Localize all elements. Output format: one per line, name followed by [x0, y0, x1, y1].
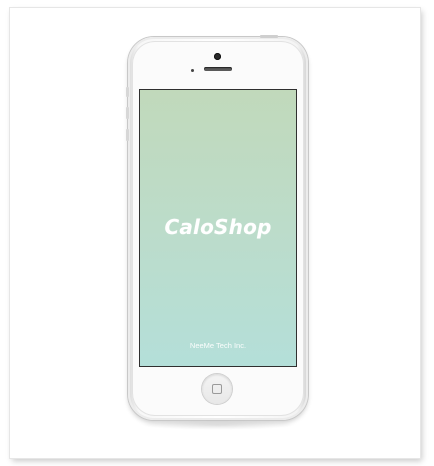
app-name-logo: CaloShop	[164, 215, 272, 239]
home-button[interactable]	[202, 374, 232, 404]
mute-switch	[126, 87, 129, 97]
speaker-grille-icon	[204, 67, 232, 71]
phone-shadow	[140, 420, 296, 430]
phone-device: CaloShop NeeMe Tech Inc.	[126, 35, 308, 420]
front-camera-icon	[214, 53, 221, 60]
proximity-sensor	[191, 69, 194, 72]
home-button-icon	[212, 384, 222, 394]
volume-down-button	[126, 129, 129, 141]
volume-up-button	[126, 107, 129, 119]
splash-screen[interactable]: CaloShop NeeMe Tech Inc.	[140, 90, 296, 366]
company-name: NeeMe Tech Inc.	[189, 341, 247, 350]
power-button	[260, 35, 278, 38]
